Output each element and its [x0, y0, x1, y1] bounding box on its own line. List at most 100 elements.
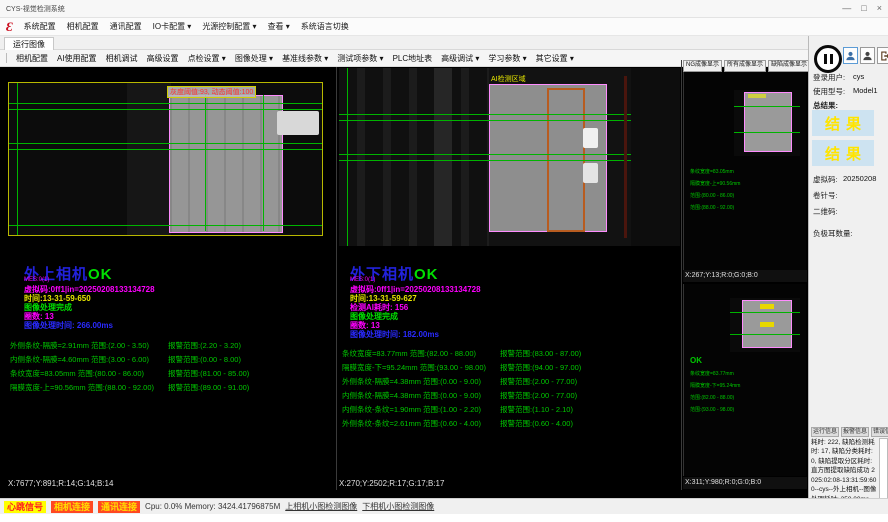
menubar: Ɛ 系统配置 相机配置 通讯配置 IO卡配置 ▾ 光源控制配置 ▾ 查看 ▾ 系…	[0, 18, 888, 36]
thumbnail-view-2[interactable]: OK 条纹宽度=83.77mm 隔膜宽度-下=95.24mm 范围:(82.00…	[683, 284, 806, 476]
toolbar-camera-config[interactable]: 相机配置	[16, 53, 48, 64]
close-button[interactable]: ×	[877, 4, 882, 13]
barcode-value: 20250208	[843, 174, 876, 183]
left-result-ok: OK	[88, 266, 113, 283]
overlay-line	[17, 83, 18, 235]
ai-roi-label: AI检测区域	[491, 74, 526, 84]
tab-run-image[interactable]: 运行图像	[4, 37, 54, 51]
user-logout-button[interactable]	[860, 47, 875, 64]
log-tab-row: 运行信息 报警信息 错误信息	[811, 427, 888, 437]
measurement-value: 内侧条纹-条纹=1.90mm 范围:(1.00 - 2.20)	[342, 404, 481, 415]
measurement-alarm: 报警范围:(1.10 - 2.10)	[500, 404, 573, 415]
tab-ng-images[interactable]: NG成像显示	[683, 60, 722, 72]
separator-region	[744, 92, 792, 152]
bright-feature	[583, 128, 598, 148]
view-tab-row: 运行图像	[0, 36, 888, 50]
toolbar-plc-address[interactable]: PLC地址表	[393, 53, 433, 64]
thumb-text-line: 范围:(88.00 - 92.00)	[690, 204, 734, 213]
overlay-line	[205, 95, 206, 231]
app-window: CYS-视觉检测系统 — □ × Ɛ 系统配置 相机配置 通讯配置 IO卡配置 …	[0, 0, 888, 522]
dark-red-feature	[624, 76, 627, 238]
comm-connect-badge: 通讯连接	[98, 501, 140, 513]
measurement-alarm: 报警范围:(0.60 - 4.00)	[500, 418, 573, 429]
bright-feature	[583, 163, 598, 183]
overlay-line	[730, 334, 800, 335]
lower-camera-image-link[interactable]: 下相机小图检测图像	[362, 501, 434, 512]
image-dark-band	[127, 83, 171, 235]
measurement-value: 外侧条纹-隔膜=2.91mm 范围:(2.00 - 3.50)	[10, 340, 149, 351]
thumb-highlight	[760, 304, 774, 309]
overlay-line	[339, 154, 680, 155]
menu-light-config[interactable]: 光源控制配置 ▾	[202, 21, 256, 32]
toolbar-learning-params[interactable]: 学习参数 ▾	[488, 53, 526, 64]
measurement-value: 内侧条纹-隔膜=4.38mm 范围:(0.00 - 9.00)	[342, 390, 481, 401]
toolbar-test-params[interactable]: 测试项参数 ▾	[337, 53, 383, 64]
toolbar-advanced-settings[interactable]: 高级设置	[147, 53, 179, 64]
toolbar-image-processing[interactable]: 图像处理 ▾	[235, 53, 273, 64]
thumb-roi-label	[748, 94, 766, 98]
middle-mes-label: MES:0(1)	[350, 277, 375, 283]
tab-defect-images[interactable]: 缺陷成像显示	[768, 60, 810, 72]
toolbar-separator	[6, 53, 7, 63]
tab-error-info[interactable]: 错误信息	[871, 427, 888, 437]
menu-camera-config[interactable]: 相机配置	[67, 21, 99, 32]
middle-proc-time: 图像处理时间: 182.00ms	[350, 329, 439, 340]
window-title: CYS-视觉检测系统	[6, 4, 65, 14]
middle-cursor-readout: X:270;Y:2502;R:17;G:17;B:17	[339, 479, 444, 488]
toolbar-spot-check[interactable]: 点检设置 ▾	[188, 53, 226, 64]
app-logo-icon: Ɛ	[6, 21, 13, 33]
measurement-alarm: 报警范围:(0.00 - 8.00)	[168, 354, 241, 365]
left-proc-time: 图像处理时间: 266.00ms	[24, 320, 113, 331]
camera-image-lower-outer[interactable]: AI检测区域	[339, 68, 680, 246]
exit-button[interactable]	[877, 47, 888, 64]
menu-comm-config[interactable]: 通讯配置	[110, 21, 142, 32]
measurement-alarm: 报警范围:(94.00 - 97.00)	[500, 362, 581, 373]
model-label: 使用型号:	[813, 86, 845, 97]
toolbar-advanced-debug[interactable]: 高级调试 ▾	[441, 53, 479, 64]
menu-io-config[interactable]: IO卡配置 ▾	[153, 21, 192, 32]
panel-divider	[681, 60, 682, 490]
barcode-label: 虚拟码:	[813, 174, 838, 185]
toolbar-camera-debug[interactable]: 相机调试	[106, 53, 138, 64]
measurement-alarm: 报警范围:(2.00 - 77.00)	[500, 376, 577, 387]
overlay-line	[339, 120, 680, 121]
thumb-text-line: 条纹宽度=83.77mm	[690, 370, 734, 379]
log-scrollbar[interactable]	[879, 438, 888, 502]
statusbar: 心跳信号 相机连接 通讯连接 Cpu: 0.0% Memory: 3424.41…	[0, 498, 888, 514]
camera-connect-badge: 相机连接	[51, 501, 93, 513]
image-light-band	[434, 68, 452, 246]
thumbnail-view-1[interactable]: 条纹宽度=83.05mm 隔膜宽度-上=90.56mm 范围:(80.00 - …	[683, 72, 806, 270]
tab-alarm-info[interactable]: 报警信息	[841, 427, 869, 437]
user-icon	[845, 50, 856, 62]
toolbar-other-settings[interactable]: 其它设置 ▾	[536, 53, 574, 64]
camera-image-upper-outer[interactable]: 灰度阈值:93, 动态阈值:100	[8, 82, 323, 236]
tab-run-info[interactable]: 运行信息	[811, 427, 839, 437]
upper-camera-image-link[interactable]: 上相机小图检测图像	[285, 501, 357, 512]
thumb1-cursor-readout: X:267;Y:13;R:0;G:0;B:0	[683, 270, 807, 282]
left-cursor-readout: X:7677;Y:891;R:14;G:14;B:14	[8, 479, 113, 488]
separator-region	[169, 95, 283, 233]
cpu-memory-readout: Cpu: 0.0% Memory: 3424.41796875M	[145, 502, 280, 511]
pause-button[interactable]	[814, 45, 842, 73]
user-label: 登录用户:	[813, 72, 845, 83]
measurement-value: 内侧条纹-隔膜=4.60mm 范围:(3.00 - 6.00)	[10, 354, 149, 365]
minimize-button[interactable]: —	[842, 4, 851, 13]
tab-all-images[interactable]: 所有成像显示	[724, 60, 766, 72]
toolbar-ai-config[interactable]: AI使用配置	[57, 53, 97, 64]
thumb-text-line: 范围:(80.00 - 86.00)	[690, 192, 734, 201]
middle-result-ok: OK	[414, 266, 439, 283]
overlay-line	[339, 160, 680, 161]
menu-system-config[interactable]: 系统配置	[24, 21, 56, 32]
model-value: Model1	[853, 86, 878, 95]
log-text: 耗时: 222, 缺陷检测耗时: 17, 缺陷分类耗时: 0, 缺陷提取分区耗时…	[811, 438, 877, 502]
overlay-line	[9, 149, 322, 150]
menu-language-switch[interactable]: 系统语言切换	[301, 21, 349, 32]
overlay-line	[347, 68, 348, 246]
measurement-alarm: 报警范围:(81.00 - 85.00)	[168, 368, 249, 379]
toolbar-baseline-params[interactable]: 基准线参数 ▾	[282, 53, 328, 64]
qr-code-label: 二维码:	[813, 206, 838, 217]
threshold-roi-label: 灰度阈值:93, 动态阈值:100	[167, 86, 256, 98]
user-login-button[interactable]	[843, 47, 858, 64]
menu-view[interactable]: 查看 ▾	[268, 21, 290, 32]
maximize-button[interactable]: □	[861, 4, 866, 13]
